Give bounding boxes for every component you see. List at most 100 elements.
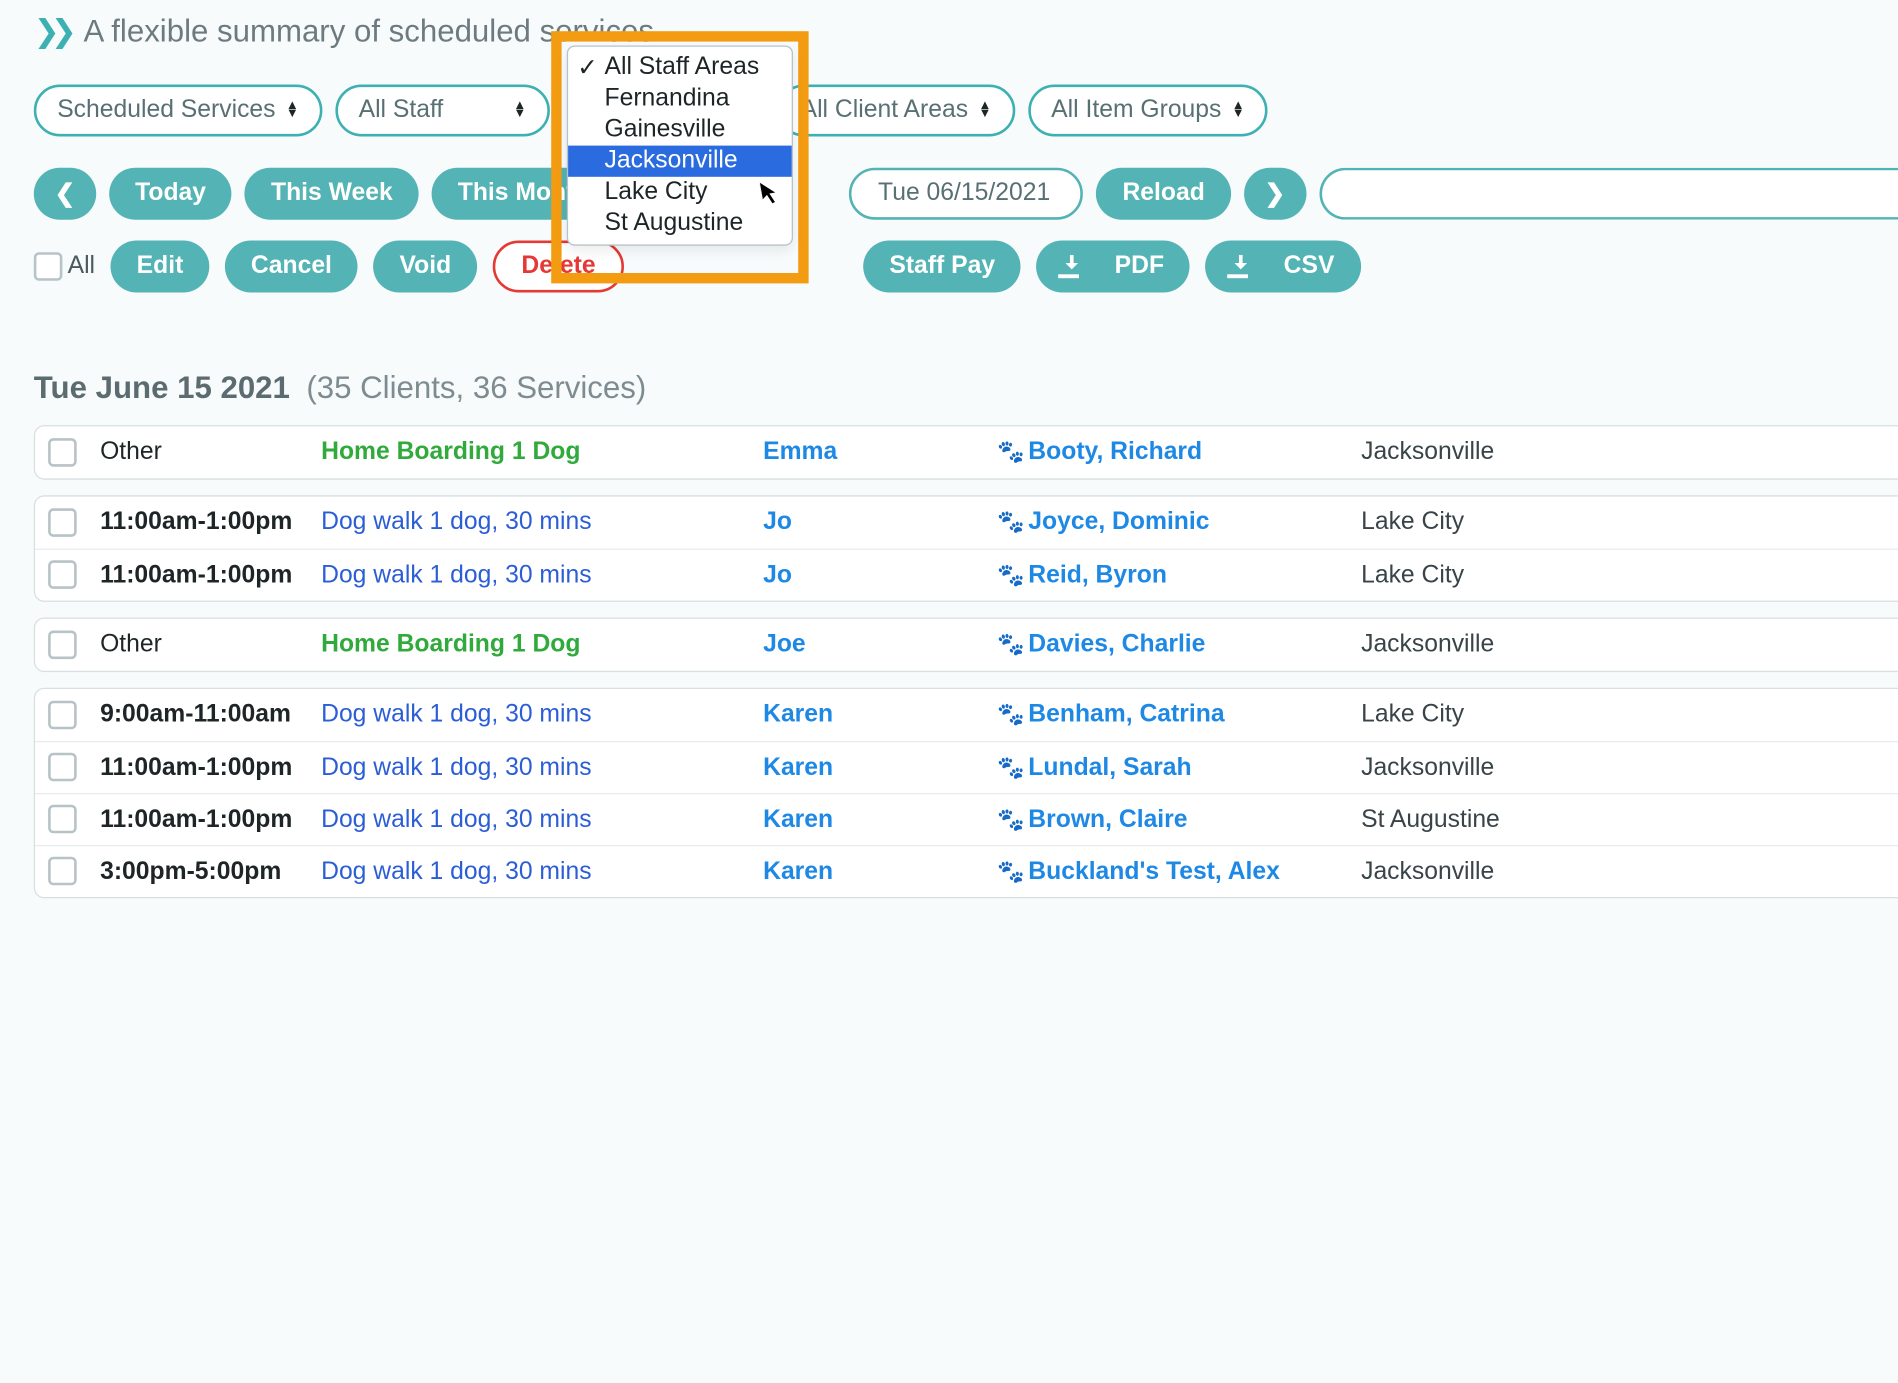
table-row: OtherHome Boarding 1 DogEmma🐾Booty, Rich… [35,426,1898,478]
row-checkbox[interactable] [48,805,77,834]
row-staff-link[interactable]: Karen [763,805,833,832]
table-row: 3:00pm-5:00pmDog walk 1 dog, 30 mins Kare… [35,845,1898,897]
csv-button-label: CSV [1284,252,1335,281]
service-table: OtherHome Boarding 1 DogEmma🐾Booty, Rich… [34,425,1898,898]
row-client-link[interactable]: Brown, Claire [1028,805,1187,834]
paw-icon: 🐾 [997,859,1020,885]
row-checkbox[interactable] [48,438,77,467]
this-week-button[interactable]: This Week [245,168,419,220]
row-service-link[interactable]: Home Boarding 1 Dog [321,438,580,465]
row-area: St Augustine [1361,805,1898,834]
row-client-link[interactable]: Benham, Catrina [1028,701,1224,730]
row-client-link[interactable]: Davies, Charlie [1028,631,1205,660]
search-input[interactable] [1319,168,1898,220]
row-service-link[interactable]: Dog walk 1 dog, 30 mins [321,857,591,884]
reload-button[interactable]: Reload [1096,168,1230,220]
edit-button[interactable]: Edit [111,240,210,292]
paw-icon: 🐾 [997,510,1020,536]
row-checkbox[interactable] [48,508,77,537]
row-area: Jacksonville [1361,857,1898,886]
next-button[interactable]: ❯ [1244,168,1306,220]
row-area: Lake City [1361,508,1898,537]
filter-staff[interactable]: All Staff [335,85,549,137]
row-client-link[interactable]: Booty, Richard [1028,438,1202,467]
row-area: Jacksonville [1361,753,1898,782]
row-staff-link[interactable]: Karen [763,753,833,780]
sort-icon [1232,103,1245,119]
table-row: 11:00am-1:00pmDog walk 1 dog, 30 mins Kar… [35,741,1898,793]
filter-staff-label: All Staff [359,96,444,125]
download-icon [1063,252,1107,281]
prev-button[interactable]: ❮ [34,168,96,220]
row-service-link[interactable]: Dog walk 1 dog, 30 mins [321,805,591,832]
row-staff-link[interactable]: Jo [763,561,792,588]
row-checkbox[interactable] [48,857,77,886]
row-checkbox[interactable] [48,701,77,730]
row-time: Other [100,631,321,660]
dropdown-item[interactable]: Gainesville [568,114,792,145]
chevron-left-icon: ❮ [55,179,76,209]
row-area: Lake City [1361,561,1898,590]
row-staff-link[interactable]: Jo [763,508,792,535]
table-row: 9:00am-11:00amDog walk 1 dog, 30 minsKar… [35,689,1898,741]
staff-pay-button[interactable]: Staff Pay [863,240,1021,292]
row-staff-link[interactable]: Emma [763,438,837,465]
row-client-link[interactable]: Lundal, Sarah [1028,753,1191,782]
date-nav-row: ❮ Today This Week This Month Tue 06/15/2… [34,168,1898,220]
download-icon [1232,252,1276,281]
filter-item-groups[interactable]: All Item Groups [1028,85,1268,137]
filter-client-areas-label: All Client Areas [801,96,968,125]
row-time: 11:00am-1:00pm [100,753,321,782]
page-title-row: ❯❯ A flexible summary of scheduled servi… [34,13,1898,51]
dropdown-item[interactable]: St Augustine [568,208,792,239]
row-time: 11:00am-1:00pm [100,805,321,834]
today-button-label: Today [135,179,206,208]
service-group: OtherHome Boarding 1 Dog Joe 🐾 Davies, Char… [34,618,1898,673]
table-row: 11:00am-1:00pmDog walk 1 dog, 30 minsJo🐾… [35,497,1898,549]
cancel-button[interactable]: Cancel [225,240,358,292]
row-service-link[interactable]: Home Boarding 1 Dog [321,631,580,658]
void-button[interactable]: Void [374,240,478,292]
row-checkbox[interactable] [48,753,77,782]
row-service-link[interactable]: Dog walk 1 dog, 30 mins [321,508,591,535]
row-staff-link[interactable]: Joe [763,631,806,658]
row-client-link[interactable]: Reid, Byron [1028,561,1167,590]
pdf-button[interactable]: PDF [1037,240,1190,292]
row-area: Jacksonville [1361,631,1898,660]
row-staff-link[interactable]: Karen [763,701,833,728]
paw-icon: 🐾 [997,632,1020,658]
row-service-link[interactable]: Dog walk 1 dog, 30 mins [321,561,591,588]
edit-button-label: Edit [137,252,184,281]
select-all-checkbox[interactable] [34,252,63,281]
pdf-button-label: PDF [1115,252,1164,281]
row-staff-link[interactable]: Karen [763,857,833,884]
dropdown-item[interactable]: All Staff Areas [568,52,792,83]
row-area: Jacksonville [1361,438,1898,467]
sort-icon [978,103,991,119]
row-checkbox[interactable] [48,630,77,659]
today-button[interactable]: Today [109,168,232,220]
sort-icon [286,103,299,119]
void-button-label: Void [400,252,452,281]
dropdown-item[interactable]: Jacksonville [568,146,792,177]
cancel-button-label: Cancel [251,252,332,281]
row-client-link[interactable]: Buckland's Test, Alex [1028,857,1280,886]
row-time: 11:00am-1:00pm [100,561,321,590]
delete-button[interactable]: Delete [493,240,624,292]
paw-icon: 🐾 [997,562,1020,588]
row-service-link[interactable]: Dog walk 1 dog, 30 mins [321,753,591,780]
row-time: 3:00pm-5:00pm [100,857,321,886]
paw-icon: 🐾 [997,439,1020,465]
chevron-right-icon: ❯ [1265,179,1286,209]
row-client-link[interactable]: Joyce, Dominic [1028,508,1209,537]
filter-scheduled[interactable]: Scheduled Services [34,85,322,137]
filter-client-areas[interactable]: All Client Areas [777,85,1015,137]
staff-area-dropdown[interactable]: All Staff AreasFernandinaGainesvilleJack… [567,46,793,246]
csv-button[interactable]: CSV [1206,240,1361,292]
select-all[interactable]: All [34,252,95,281]
row-checkbox[interactable] [48,561,77,590]
date-from-input[interactable]: Tue 06/15/2021 [849,168,1083,220]
service-group: 9:00am-11:00amDog walk 1 dog, 30 minsKar… [34,688,1898,899]
row-service-link[interactable]: Dog walk 1 dog, 30 mins [321,701,591,728]
dropdown-item[interactable]: Fernandina [568,83,792,114]
